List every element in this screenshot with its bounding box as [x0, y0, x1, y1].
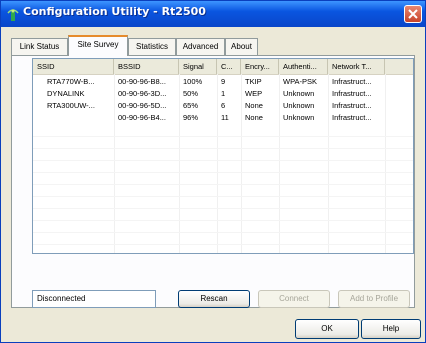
- cell-authentication: Unknown: [283, 113, 315, 122]
- list-header: SSID BSSID Signal C... Encry... Authenti…: [33, 59, 413, 75]
- rescan-button[interactable]: Rescan: [178, 290, 250, 308]
- wireless-signal-icon: [7, 9, 19, 21]
- window-title: Configuration Utility - Rt2500: [23, 5, 206, 18]
- add-to-profile-button[interactable]: Add to Profile: [338, 290, 410, 308]
- cell-encryption: TKIP: [245, 77, 262, 86]
- tab-about[interactable]: About: [225, 38, 258, 55]
- config-utility-window: Configuration Utility - Rt2500 Link Stat…: [0, 0, 426, 343]
- cell-signal: 50%: [183, 89, 199, 98]
- cell-bssid: 00-90-96-B4...: [118, 113, 166, 122]
- cell-network-type: Infrastruct...: [332, 101, 372, 110]
- table-row[interactable]: RTA770W-B... 00-90-96-B8... 100% 9 TKIP …: [33, 76, 413, 88]
- cell-network-type: Infrastruct...: [332, 89, 372, 98]
- cell-channel: 1: [221, 89, 226, 98]
- close-button[interactable]: [404, 5, 422, 23]
- cell-ssid: DYNALINK: [47, 89, 85, 98]
- table-row[interactable]: 00-90-96-B4... 96% 11 None Unknown Infra…: [33, 112, 413, 124]
- close-icon: [408, 9, 418, 19]
- column-header-ssid[interactable]: SSID: [33, 59, 114, 74]
- cell-bssid: 00-90-96-5D...: [118, 101, 167, 110]
- column-header-signal[interactable]: Signal: [179, 59, 217, 74]
- cell-signal: 65%: [183, 101, 199, 110]
- column-header-encryption[interactable]: Encry...: [241, 59, 279, 74]
- cell-bssid: 00-90-96-B8...: [118, 77, 166, 86]
- tab-advanced[interactable]: Advanced: [176, 38, 225, 55]
- cell-encryption: None: [245, 113, 263, 122]
- cell-signal: 100%: [183, 77, 203, 86]
- cell-ssid: RTA770W-B...: [47, 77, 95, 86]
- cell-encryption: WEP: [245, 89, 263, 98]
- column-header-channel[interactable]: C...: [217, 59, 241, 74]
- cell-network-type: Infrastruct...: [332, 113, 372, 122]
- network-list[interactable]: SSID BSSID Signal C... Encry... Authenti…: [32, 58, 414, 254]
- cell-bssid: 00-90-96-3D...: [118, 89, 167, 98]
- tab-statistics[interactable]: Statistics: [128, 38, 176, 55]
- help-button[interactable]: Help: [361, 319, 421, 339]
- cell-authentication: Unknown: [283, 101, 315, 110]
- ok-button[interactable]: OK: [295, 319, 359, 339]
- cell-authentication: Unknown: [283, 89, 315, 98]
- tab-link-status[interactable]: Link Status: [11, 38, 68, 55]
- column-header-authentication[interactable]: Authenti...: [279, 59, 328, 74]
- tab-site-survey[interactable]: Site Survey: [68, 35, 128, 56]
- cell-network-type: Infrastruct...: [332, 77, 372, 86]
- table-row[interactable]: RTA300UW-... 00-90-96-5D... 65% 6 None U…: [33, 100, 413, 112]
- site-survey-panel: SSID BSSID Signal C... Encry... Authenti…: [11, 55, 415, 308]
- table-row[interactable]: DYNALINK 00-90-96-3D... 50% 1 WEP Unknow…: [33, 88, 413, 100]
- cell-channel: 6: [221, 101, 226, 110]
- cell-ssid: RTA300UW-...: [47, 101, 95, 110]
- connect-button[interactable]: Connect: [258, 290, 330, 308]
- cell-channel: 9: [221, 77, 226, 86]
- cell-encryption: None: [245, 101, 263, 110]
- cell-ssid: [33, 112, 114, 124]
- column-header-bssid[interactable]: BSSID: [114, 59, 179, 74]
- connection-status: Disconnected: [32, 290, 156, 308]
- column-header-network-type[interactable]: Network T...: [328, 59, 385, 74]
- cell-signal: 96%: [183, 113, 199, 122]
- cell-authentication: WPA-PSK: [283, 77, 318, 86]
- cell-channel: 11: [221, 113, 229, 122]
- title-bar[interactable]: Configuration Utility - Rt2500: [1, 1, 425, 27]
